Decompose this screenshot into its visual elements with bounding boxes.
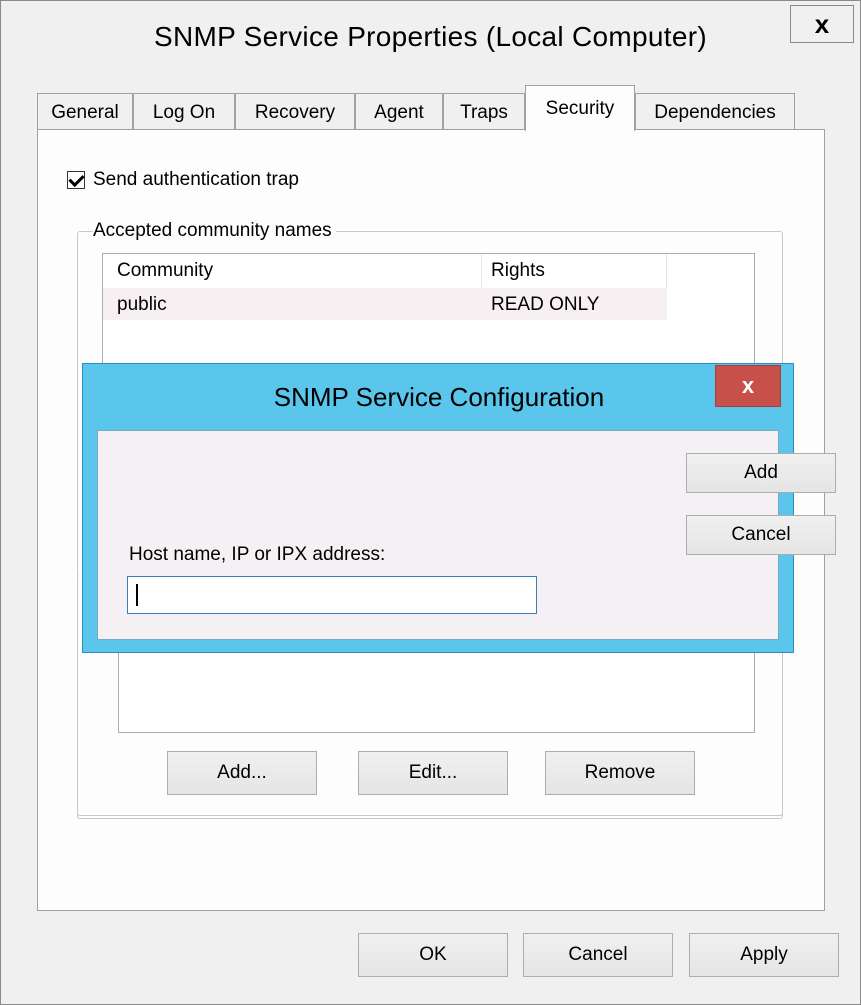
tab-dependencies[interactable]: Dependencies (635, 93, 795, 131)
tab-agent[interactable]: Agent (355, 93, 443, 131)
column-separator (666, 254, 667, 288)
dialog-title: SNMP Service Configuration (273, 382, 605, 412)
send-auth-trap-row[interactable]: Send authentication trap (67, 169, 299, 191)
cancel-button[interactable]: Cancel (523, 933, 673, 977)
text-caret (136, 584, 138, 606)
ok-button[interactable]: OK (358, 933, 508, 977)
window-title: SNMP Service Properties (Local Computer) (153, 21, 707, 52)
add-host-button[interactable]: Add... (167, 751, 317, 795)
close-button[interactable]: x (790, 5, 854, 43)
column-separator (481, 254, 482, 288)
tab-log-on[interactable]: Log On (133, 93, 235, 131)
dialog-close-button[interactable]: x (715, 365, 781, 407)
community-list-header: Community Rights (103, 254, 667, 289)
tab-traps[interactable]: Traps (443, 93, 525, 131)
host-address-input[interactable] (127, 576, 537, 614)
close-icon: x (741, 373, 755, 398)
community-group-label: Accepted community names (93, 220, 336, 242)
host-address-label: Host name, IP or IPX address: (129, 544, 386, 565)
apply-button[interactable]: Apply (689, 933, 839, 977)
tab-general[interactable]: General (37, 93, 133, 131)
send-auth-trap-checkbox[interactable] (67, 171, 85, 189)
edit-host-button[interactable]: Edit... (358, 751, 508, 795)
rights-cell: READ ONLY (491, 294, 600, 315)
community-cell: public (117, 294, 167, 315)
dialog-add-button[interactable]: Add (686, 453, 836, 493)
table-row[interactable]: public READ ONLY (103, 288, 667, 320)
title-bar: SNMP Service Properties (Local Computer)… (1, 1, 860, 83)
send-auth-trap-label: Send authentication trap (93, 169, 299, 190)
column-community[interactable]: Community (117, 260, 213, 282)
tab-security[interactable]: Security (525, 85, 635, 131)
column-rights[interactable]: Rights (491, 260, 545, 282)
tab-recovery[interactable]: Recovery (235, 93, 355, 131)
snmp-config-dialog: SNMP Service Configuration x Add Cancel … (82, 363, 836, 653)
close-icon: x (814, 8, 830, 39)
dialog-cancel-button[interactable]: Cancel (686, 515, 836, 555)
remove-host-button[interactable]: Remove (545, 751, 695, 795)
